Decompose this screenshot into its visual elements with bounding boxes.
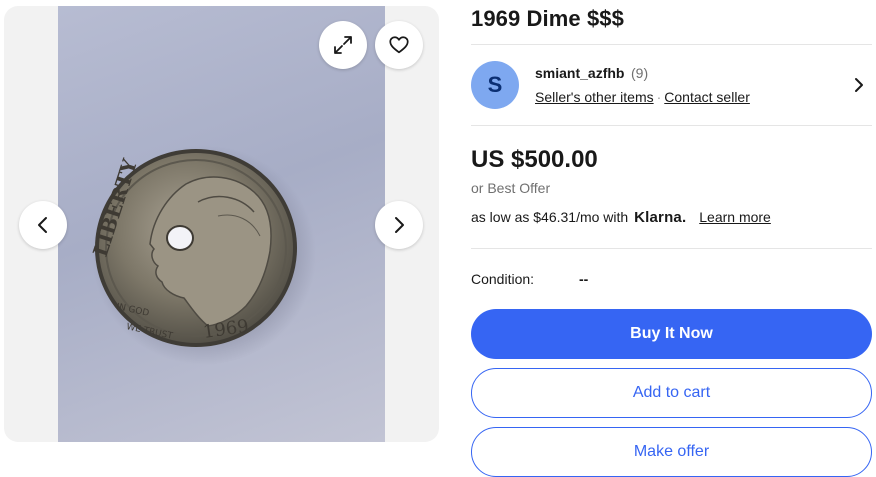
seller-links: Seller's other items · Contact seller [535,89,750,105]
listing-title: 1969 Dime $$$ [471,6,624,31]
listing-photo[interactable]: LIBERTY IN GOD WE TRUST 1969 [58,6,385,442]
learn-more-link[interactable]: Learn more [699,209,771,225]
sellers-other-items-link[interactable]: Seller's other items [535,89,654,105]
best-offer-text: or Best Offer [471,180,551,196]
condition-label: Condition: [471,271,535,287]
previous-image-button[interactable] [19,201,67,249]
seller-avatar[interactable]: S [471,61,519,109]
divider [471,248,872,249]
divider [471,125,872,126]
expand-button[interactable] [319,21,367,69]
add-to-cart-button[interactable]: Add to cart [471,368,872,418]
seller-card[interactable]: S smiant_azfhb (9) Seller's other items ·… [471,61,872,111]
contact-seller-link[interactable]: Contact seller [664,89,750,105]
klarna-logo: Klarna. [634,209,687,226]
klarna-text: as low as $46.31/mo with [471,209,629,225]
watchlist-button[interactable] [375,21,423,69]
seller-name[interactable]: smiant_azfhb [535,65,624,81]
item-price: US $500.00 [471,146,598,173]
klarna-financing: as low as $46.31/mo with Klarna. Learn m… [471,209,771,226]
listing-details: 1969 Dime $$$ S smiant_azfhb (9) Seller'… [471,0,873,477]
coin-image: LIBERTY IN GOD WE TRUST 1969 [88,145,316,365]
buy-it-now-button[interactable]: Buy It Now [471,309,872,359]
condition-value: -- [579,271,589,287]
chevron-right-icon[interactable] [852,76,866,94]
chevron-left-icon [38,217,47,233]
chevron-right-icon [395,217,404,233]
image-gallery: LIBERTY IN GOD WE TRUST 1969 [4,6,439,442]
link-separator: · [656,89,662,105]
make-offer-button[interactable]: Make offer [471,427,872,477]
expand-icon [334,36,352,54]
heart-icon [389,36,409,54]
seller-feedback-count: (9) [631,65,649,81]
next-image-button[interactable] [375,201,423,249]
divider [471,44,872,45]
